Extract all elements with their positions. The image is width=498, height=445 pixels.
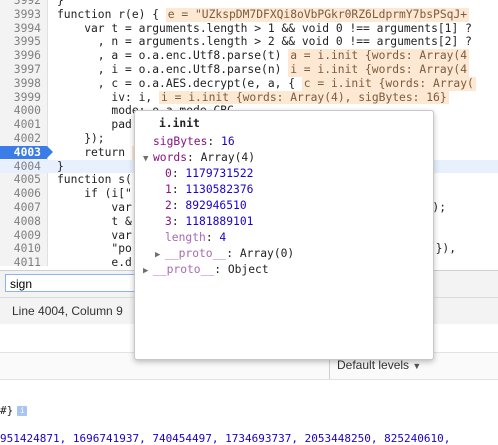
line-number[interactable]: 4004 bbox=[0, 160, 41, 174]
code-text: e.d bbox=[57, 256, 132, 266]
code-text: } bbox=[57, 0, 64, 7]
inline-value-preview: i = i.init {words: Array(4 bbox=[288, 63, 470, 77]
code-text: }); bbox=[57, 132, 105, 145]
array-element-row: 0: 1179731522 bbox=[165, 167, 254, 180]
code-text: t & bbox=[57, 214, 132, 228]
array-element-row: 1: 1130582376 bbox=[165, 183, 254, 196]
sigbytes-value: 16 bbox=[221, 135, 235, 148]
array-element-row: 2: 892946510 bbox=[165, 199, 247, 212]
inline-value-preview: c = i.init {words: Array( bbox=[301, 76, 476, 91]
info-icon[interactable]: i bbox=[17, 406, 28, 416]
console-object-line[interactable]: #} i bbox=[0, 404, 28, 417]
breakpoint-marker[interactable]: 4003 bbox=[0, 145, 53, 159]
line-number[interactable]: 3996 bbox=[0, 49, 41, 63]
console-object-text: #} bbox=[0, 404, 14, 417]
line-number[interactable]: 3999 bbox=[0, 91, 41, 105]
code-text: , c = o.a.AES.decrypt(e, a, { bbox=[57, 76, 296, 90]
array-index: 2 bbox=[165, 199, 172, 212]
line-number[interactable]: 4000 bbox=[0, 104, 41, 118]
proto-value: Array(0) bbox=[239, 247, 295, 260]
line-number[interactable]: 4006 bbox=[0, 187, 41, 201]
code-text: iv: i, bbox=[57, 90, 153, 104]
line-number[interactable]: 3997 bbox=[0, 63, 41, 77]
inline-value-preview: a = i.init {words: Array(4 bbox=[288, 49, 470, 63]
line-number[interactable]: 3998 bbox=[0, 77, 41, 91]
proto-object-value: Object bbox=[227, 263, 269, 276]
code-text: "po bbox=[57, 242, 132, 256]
chevron-down-icon: ▼ bbox=[412, 361, 422, 371]
code-text: } bbox=[57, 159, 64, 173]
line-number[interactable]: 3995 bbox=[0, 35, 41, 49]
expand-down-icon[interactable]: ▼ bbox=[143, 154, 153, 164]
code-line[interactable]: 3992} bbox=[0, 0, 498, 8]
popover-title: i.init bbox=[159, 117, 200, 130]
line-number[interactable]: 3994 bbox=[0, 22, 41, 36]
code-text: function r(e) { bbox=[57, 7, 160, 21]
array-value: 892946510 bbox=[185, 199, 247, 212]
proto-row[interactable]: ▶ __proto__: Array(0) bbox=[155, 247, 294, 260]
code-tail-text: ); bbox=[432, 201, 446, 214]
array-element-row: 3: 1181889101 bbox=[165, 215, 254, 228]
array-index: 0 bbox=[165, 167, 172, 180]
line-number[interactable]: 4002 bbox=[0, 132, 41, 146]
code-text: var bbox=[57, 201, 132, 214]
line-number[interactable]: 4005 bbox=[0, 173, 41, 187]
code-text: , i = o.a.enc.Utf8.parse(n) bbox=[57, 63, 282, 76]
code-line[interactable]: 3997 , i = o.a.enc.Utf8.parse(n) i = i.in… bbox=[0, 63, 498, 77]
log-levels-label: Default levels bbox=[337, 358, 410, 372]
code-line[interactable]: 3994 var t = arguments.length > 1 && voi… bbox=[0, 22, 498, 36]
log-levels-dropdown[interactable]: Default levels ▼ bbox=[337, 358, 421, 372]
line-number[interactable]: 4007 bbox=[0, 201, 41, 215]
words-row[interactable]: ▼ words: Array(4) bbox=[143, 151, 255, 164]
line-number[interactable]: 3992 bbox=[0, 0, 41, 8]
code-text: , n = arguments.length > 2 && void 0 !==… bbox=[57, 35, 472, 49]
array-value: 1179731522 bbox=[185, 167, 254, 180]
code-line[interactable]: 3996 , a = o.a.enc.Utf8.parse(t) a = i.in… bbox=[0, 49, 498, 63]
code-line[interactable]: 3995 , n = arguments.length > 2 && void … bbox=[0, 35, 498, 49]
console-numbers-line: 951424871, 1696741937, 740454497, 173469… bbox=[0, 432, 451, 445]
line-number[interactable]: 4011 bbox=[0, 256, 41, 266]
breakpoint-line-number: 4003 bbox=[13, 145, 41, 159]
sigbytes-row: sigBytes: 16 bbox=[153, 135, 235, 148]
line-number[interactable]: 4008 bbox=[0, 215, 41, 229]
code-line[interactable]: 3999 iv: i, i = i.init {words: Array(4), … bbox=[0, 90, 498, 105]
cursor-position: Line 4004, Column 9 bbox=[12, 304, 123, 318]
code-tail-text: }), bbox=[435, 242, 456, 256]
words-type: Array(4) bbox=[200, 151, 256, 164]
code-text: if (i[" bbox=[57, 187, 132, 201]
length-value: 4 bbox=[219, 231, 227, 244]
code-text: function s( bbox=[57, 173, 132, 187]
code-line[interactable]: 3993 function r(e) { e = "UZkspDM7DFXQi8oV… bbox=[0, 7, 498, 22]
proto-object-row[interactable]: ▶ __proto__: Object bbox=[143, 263, 269, 276]
code-text: , a = o.a.enc.Utf8.parse(t) bbox=[57, 49, 282, 63]
expand-right-icon[interactable]: ▶ bbox=[143, 266, 153, 276]
inline-value-preview: i = i.init {words: Array(4), sigBytes: 1… bbox=[159, 90, 449, 105]
sigbytes-key: sigBytes bbox=[153, 135, 208, 148]
array-index: 3 bbox=[165, 215, 172, 228]
length-key: length bbox=[165, 231, 206, 244]
words-key: words bbox=[153, 151, 188, 164]
inline-value-preview: e = "UZkspDM7DFXQi8oVbPGkr0RZ6LdprmY7bsP… bbox=[165, 7, 470, 22]
code-line[interactable]: 3998 , c = o.a.AES.decrypt(e, a, { c = i.… bbox=[0, 76, 498, 91]
length-row: length: 4 bbox=[165, 231, 227, 244]
code-text: var bbox=[57, 228, 132, 242]
code-text: pad bbox=[57, 118, 132, 132]
expand-right-icon[interactable]: ▶ bbox=[155, 250, 165, 260]
object-preview-popover: i.init sigBytes: 16 ▼ words: Array(4) 0: … bbox=[134, 110, 434, 360]
line-number[interactable]: 3993 bbox=[0, 8, 41, 22]
proto-key: __proto__ bbox=[165, 247, 227, 260]
code-text: return bbox=[57, 145, 126, 159]
array-value: 1130582376 bbox=[185, 183, 254, 196]
array-value: 1181889101 bbox=[185, 215, 254, 228]
line-number[interactable]: 4001 bbox=[0, 118, 41, 132]
array-index: 1 bbox=[165, 183, 172, 196]
line-number[interactable]: 4010 bbox=[0, 242, 41, 256]
code-text: var t = arguments.length > 1 && void 0 !… bbox=[57, 21, 472, 35]
proto-object-key: __proto__ bbox=[153, 263, 215, 276]
line-number[interactable]: 4009 bbox=[0, 229, 41, 243]
